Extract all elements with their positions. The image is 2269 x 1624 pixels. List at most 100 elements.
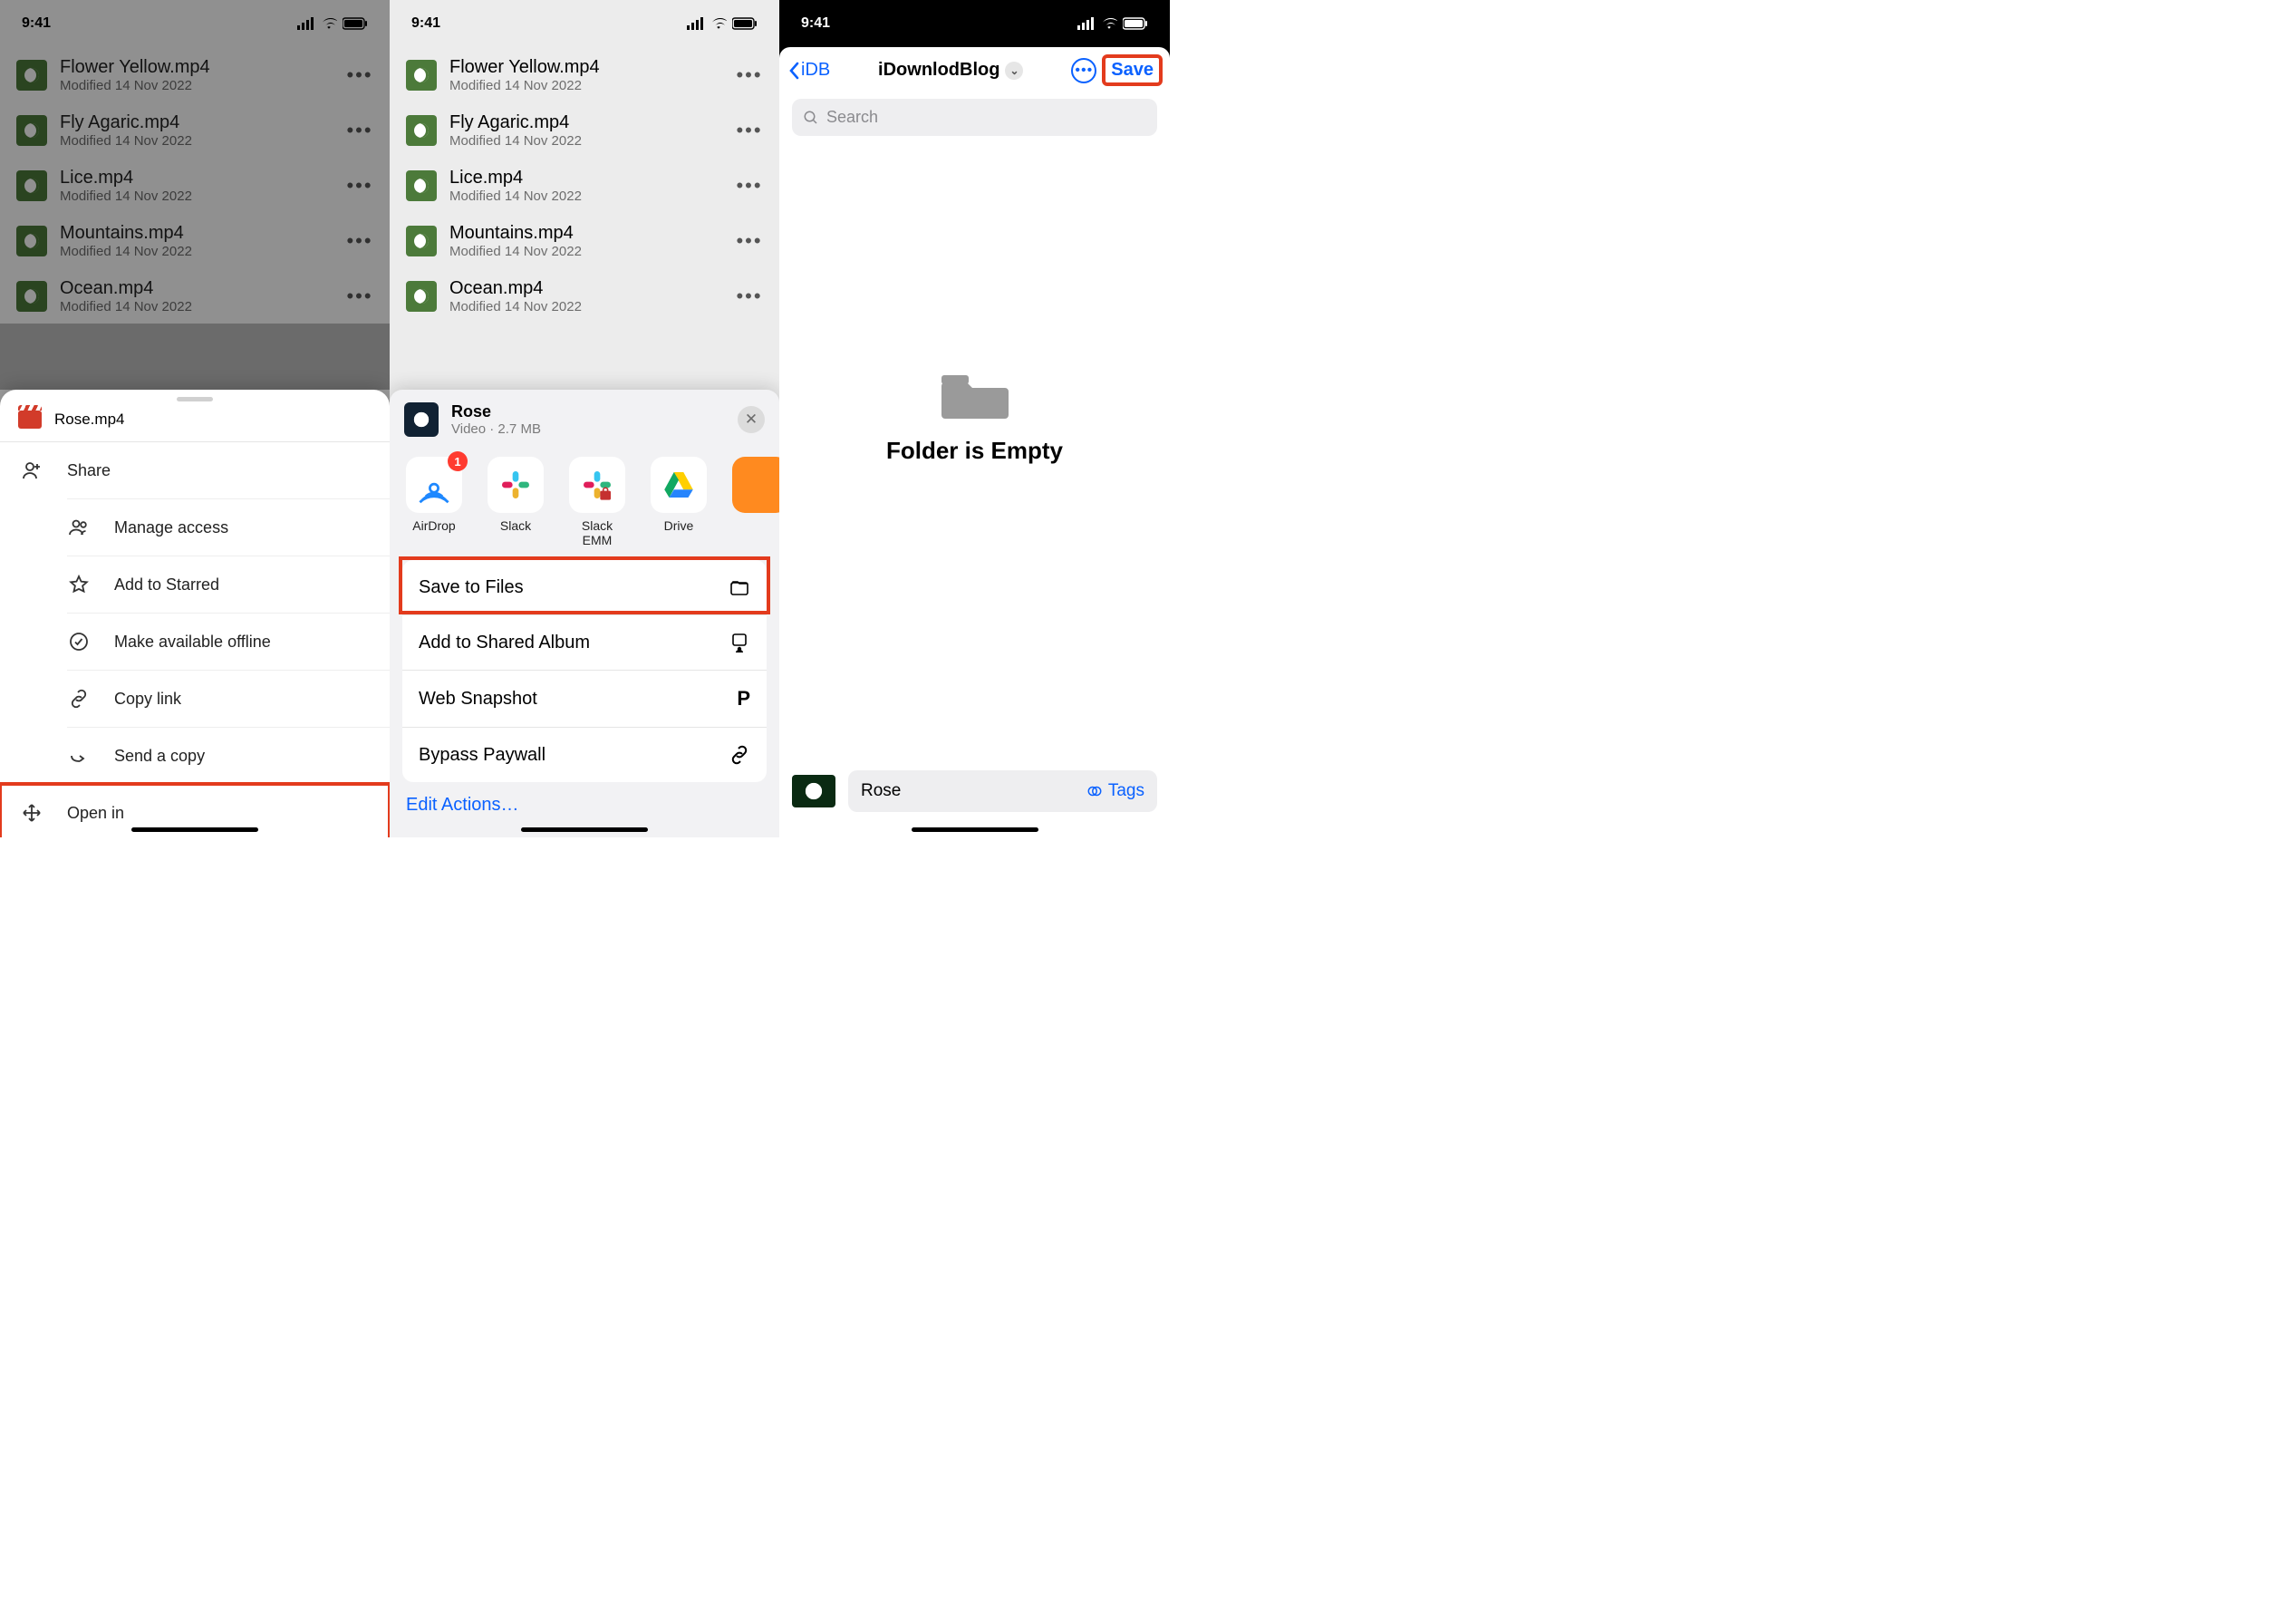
ios-share-sheet: Rose Video · 2.7 MB ✕ 1 AirDrop Slack Sl… xyxy=(390,390,779,837)
status-time: 9:41 xyxy=(411,15,440,32)
file-row[interactable]: Lice.mp4Modified 14 Nov 2022••• xyxy=(0,158,390,213)
action-share[interactable]: Share xyxy=(0,442,390,498)
album-person-icon xyxy=(729,632,750,653)
share-title: Rose xyxy=(451,402,541,421)
save-button[interactable]: Save xyxy=(1104,56,1161,84)
app-more[interactable] xyxy=(732,457,779,547)
app-airdrop[interactable]: 1 AirDrop xyxy=(406,457,462,547)
home-indicator[interactable] xyxy=(131,827,258,832)
video-thumb-icon xyxy=(406,226,437,256)
empty-folder-state: Folder is Empty xyxy=(779,372,1170,465)
search-field[interactable]: Search xyxy=(792,99,1157,136)
status-bar: 9:41 xyxy=(0,0,390,47)
video-thumb-icon xyxy=(406,115,437,146)
more-icon[interactable]: ••• xyxy=(736,119,763,142)
video-thumb-icon xyxy=(406,60,437,91)
video-thumb-icon xyxy=(16,226,47,256)
video-file-icon xyxy=(18,411,42,429)
action-bypass-paywall[interactable]: Bypass Paywall xyxy=(402,727,767,782)
video-thumb-icon xyxy=(16,60,47,91)
video-thumb-icon xyxy=(406,281,437,312)
picker-bottom-bar: Rose Tags xyxy=(792,770,1157,812)
app-slack-emm[interactable]: Slack EMM xyxy=(569,457,625,547)
file-thumbnail xyxy=(792,775,835,807)
more-icon[interactable]: ••• xyxy=(346,285,373,308)
share-apps-row[interactable]: 1 AirDrop Slack Slack EMM Drive xyxy=(390,450,779,560)
action-send-copy[interactable]: Send a copy xyxy=(67,727,390,784)
action-add-starred[interactable]: Add to Starred xyxy=(67,556,390,613)
more-icon[interactable]: ••• xyxy=(736,174,763,198)
files-save-picker: iDB iDownlodBlog⌄ ••• Save Search Folder… xyxy=(779,47,1170,837)
share-actions-list: Save to Files Add to Shared Album Web Sn… xyxy=(402,560,767,782)
more-icon[interactable]: ••• xyxy=(346,174,373,198)
link-icon xyxy=(729,744,750,766)
arrow-forward-icon xyxy=(67,744,91,768)
share-file-thumbnail xyxy=(404,402,439,437)
sheet-filename: Rose.mp4 xyxy=(54,411,124,429)
edit-actions-link[interactable]: Edit Actions… xyxy=(390,782,779,828)
action-add-shared-album[interactable]: Add to Shared Album xyxy=(402,614,767,670)
app-slack[interactable]: Slack xyxy=(488,457,544,547)
action-web-snapshot[interactable]: Web SnapshotP xyxy=(402,670,767,727)
file-row[interactable]: Mountains.mp4Modified 14 Nov 2022••• xyxy=(0,213,390,268)
action-manage-access[interactable]: Manage access xyxy=(67,498,390,556)
filename-input[interactable]: Rose Tags xyxy=(848,770,1157,812)
file-row[interactable]: Fly Agaric.mp4Modified 14 Nov 2022••• xyxy=(0,102,390,158)
status-icons xyxy=(1077,17,1148,30)
more-icon[interactable]: ••• xyxy=(736,229,763,253)
empty-title: Folder is Empty xyxy=(779,437,1170,465)
notification-badge: 1 xyxy=(448,451,468,471)
file-row[interactable]: Flower Yellow.mp4Modified 14 Nov 2022••• xyxy=(390,47,779,102)
tag-icon xyxy=(1086,783,1103,799)
file-row[interactable]: Fly Agaric.mp4Modified 14 Nov 2022••• xyxy=(390,102,779,158)
file-row[interactable]: Lice.mp4Modified 14 Nov 2022••• xyxy=(390,158,779,213)
file-list: Flower Yellow.mp4Modified 14 Nov 2022•••… xyxy=(0,47,390,324)
status-bar: 9:41 xyxy=(779,0,1170,47)
star-icon xyxy=(67,573,91,596)
share-subtitle: Video · 2.7 MB xyxy=(451,421,541,437)
chevron-down-icon: ⌄ xyxy=(1005,62,1023,80)
more-icon[interactable]: ••• xyxy=(736,285,763,308)
drive-action-sheet: Rose.mp4 Share Manage access Add to Star… xyxy=(0,390,390,837)
picker-title[interactable]: iDownlodBlog⌄ xyxy=(837,60,1064,81)
app-drive[interactable]: Drive xyxy=(651,457,707,547)
panel-drive-actionsheet: 9:41 Flower Yellow.mp4Modified 14 Nov 20… xyxy=(0,0,390,837)
action-copy-link[interactable]: Copy link xyxy=(67,670,390,727)
status-time: 9:41 xyxy=(801,15,830,32)
more-icon[interactable]: ••• xyxy=(346,229,373,253)
link-icon xyxy=(67,687,91,710)
search-placeholder: Search xyxy=(826,108,878,127)
file-row[interactable]: Ocean.mp4Modified 14 Nov 2022••• xyxy=(0,268,390,324)
tags-button[interactable]: Tags xyxy=(1086,781,1144,801)
panel-ios-share-sheet: 9:41 Flower Yellow.mp4Modified 14 Nov 20… xyxy=(390,0,779,837)
close-button[interactable]: ✕ xyxy=(738,406,765,433)
picker-nav-bar: iDB iDownlodBlog⌄ ••• Save xyxy=(779,47,1170,93)
home-indicator[interactable] xyxy=(912,827,1038,832)
file-list: Flower Yellow.mp4Modified 14 Nov 2022•••… xyxy=(390,47,779,324)
panel-files-save-picker: 9:41 iDB iDownlodBlog⌄ ••• Save Search F… xyxy=(779,0,1170,837)
video-thumb-icon xyxy=(16,170,47,201)
move-icon xyxy=(20,801,43,825)
status-icons xyxy=(297,17,368,30)
back-button[interactable]: iDB xyxy=(788,60,830,81)
more-icon[interactable]: ••• xyxy=(346,63,373,87)
chevron-left-icon xyxy=(788,62,799,80)
file-row[interactable]: Mountains.mp4Modified 14 Nov 2022••• xyxy=(390,213,779,268)
folder-icon xyxy=(940,372,1010,420)
home-indicator[interactable] xyxy=(521,827,648,832)
folder-icon xyxy=(729,576,750,598)
more-options-button[interactable]: ••• xyxy=(1071,58,1096,83)
action-offline[interactable]: Make available offline xyxy=(67,613,390,670)
letter-p-icon: P xyxy=(737,687,750,710)
file-row[interactable]: Ocean.mp4Modified 14 Nov 2022••• xyxy=(390,268,779,324)
status-bar: 9:41 xyxy=(390,0,779,47)
file-row[interactable]: Flower Yellow.mp4Modified 14 Nov 2022••• xyxy=(0,47,390,102)
check-circle-icon xyxy=(67,630,91,653)
video-thumb-icon xyxy=(406,170,437,201)
more-icon[interactable]: ••• xyxy=(346,119,373,142)
video-thumb-icon xyxy=(16,281,47,312)
status-time: 9:41 xyxy=(22,15,51,32)
action-save-to-files[interactable]: Save to Files xyxy=(402,560,767,614)
more-icon[interactable]: ••• xyxy=(736,63,763,87)
people-icon xyxy=(67,516,91,539)
